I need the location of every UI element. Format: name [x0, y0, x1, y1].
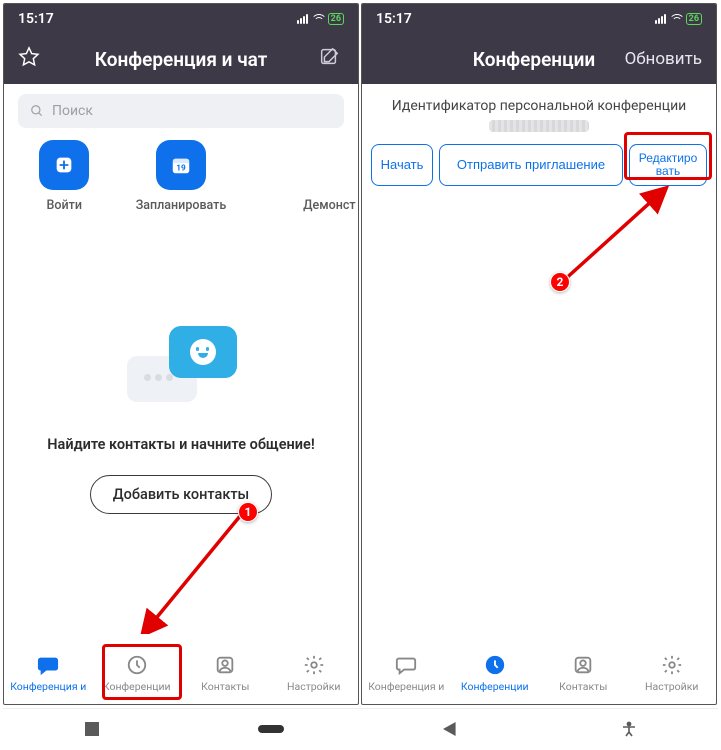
phone-left: 15:17 26 Конференция и чат Поиск — [3, 3, 359, 705]
action-buttons-row: Начать Отправить приглашение Редактиро в… — [362, 144, 716, 186]
back-button[interactable] — [436, 715, 464, 743]
bottom-nav: Конференция и Конференции Контакты Настр… — [4, 642, 358, 704]
quick-actions-row: Войти 19 Запланировать Демонстраци — [4, 136, 358, 223]
clock-icon — [484, 654, 506, 676]
accessibility-button[interactable] — [615, 715, 643, 743]
calendar-icon: 19 — [170, 154, 192, 176]
edit-button[interactable]: Редактиро вать — [629, 144, 707, 186]
start-button[interactable]: Начать — [371, 144, 433, 186]
battery-icon: 26 — [328, 13, 344, 25]
compose-icon[interactable] — [318, 46, 344, 72]
clock-icon — [126, 654, 148, 676]
send-invite-button[interactable]: Отправить приглашение — [439, 144, 623, 186]
tab-chat[interactable]: Конференция и — [362, 643, 451, 704]
status-time: 15:17 — [376, 11, 412, 27]
header-title: Конференции — [446, 48, 622, 71]
tab-settings[interactable]: Настройки — [628, 643, 717, 704]
empty-state: Найдите контакты и начните общение! Доба… — [4, 223, 358, 642]
android-nav-bar — [3, 708, 718, 748]
join-button[interactable] — [39, 140, 89, 190]
contact-icon — [214, 654, 236, 676]
signal-icon — [297, 14, 308, 24]
recents-button[interactable] — [78, 715, 106, 743]
search-icon — [30, 104, 44, 118]
refresh-button[interactable]: Обновить — [622, 49, 702, 69]
tab-meetings[interactable]: Конференции — [93, 643, 182, 704]
wifi-icon — [311, 14, 325, 24]
star-icon[interactable] — [18, 46, 44, 72]
status-time: 15:17 — [18, 11, 54, 27]
home-button[interactable] — [257, 715, 285, 743]
svg-text:19: 19 — [176, 164, 186, 174]
app-header: Конференция и чат — [4, 34, 358, 84]
bottom-nav: Конференция и Конференции Контакты Настр… — [362, 642, 716, 704]
header-title: Конференция и чат — [44, 48, 318, 71]
speech-bubble-icon — [37, 654, 59, 676]
empty-text: Найдите контакты и начните общение! — [47, 436, 314, 453]
contact-icon — [572, 654, 594, 676]
signal-icon — [655, 14, 666, 24]
personal-id-label: Идентификатор персональной конференции — [362, 98, 716, 114]
status-bar: 15:17 26 — [362, 4, 716, 34]
personal-id-value-blurred — [489, 120, 589, 132]
annotation-badge-2: 2 — [550, 272, 570, 292]
battery-icon: 26 — [686, 13, 702, 25]
gear-icon — [661, 654, 683, 676]
annotation-badge-1: 1 — [238, 502, 258, 522]
schedule-label: Запланировать — [136, 198, 227, 213]
search-placeholder: Поиск — [52, 103, 93, 119]
phone-right: 15:17 26 Конференции Обновить Идентифика… — [361, 3, 717, 705]
tab-contacts[interactable]: Контакты — [181, 643, 270, 704]
share-label: Демонстраци — [303, 198, 356, 213]
app-header: Конференции Обновить — [362, 34, 716, 84]
tab-settings[interactable]: Настройки — [270, 643, 359, 704]
tab-chat[interactable]: Конференция и — [4, 643, 93, 704]
tab-meetings[interactable]: Конференции — [451, 643, 540, 704]
speech-bubble-icon — [395, 654, 417, 676]
search-input[interactable]: Поиск — [18, 94, 344, 128]
plus-icon — [53, 154, 75, 176]
status-bar: 15:17 26 — [4, 4, 358, 34]
join-label: Войти — [47, 198, 82, 213]
wifi-icon — [669, 14, 683, 24]
tab-contacts[interactable]: Контакты — [539, 643, 628, 704]
gear-icon — [303, 654, 325, 676]
chat-illustration — [121, 322, 241, 412]
schedule-button[interactable]: 19 — [156, 140, 206, 190]
